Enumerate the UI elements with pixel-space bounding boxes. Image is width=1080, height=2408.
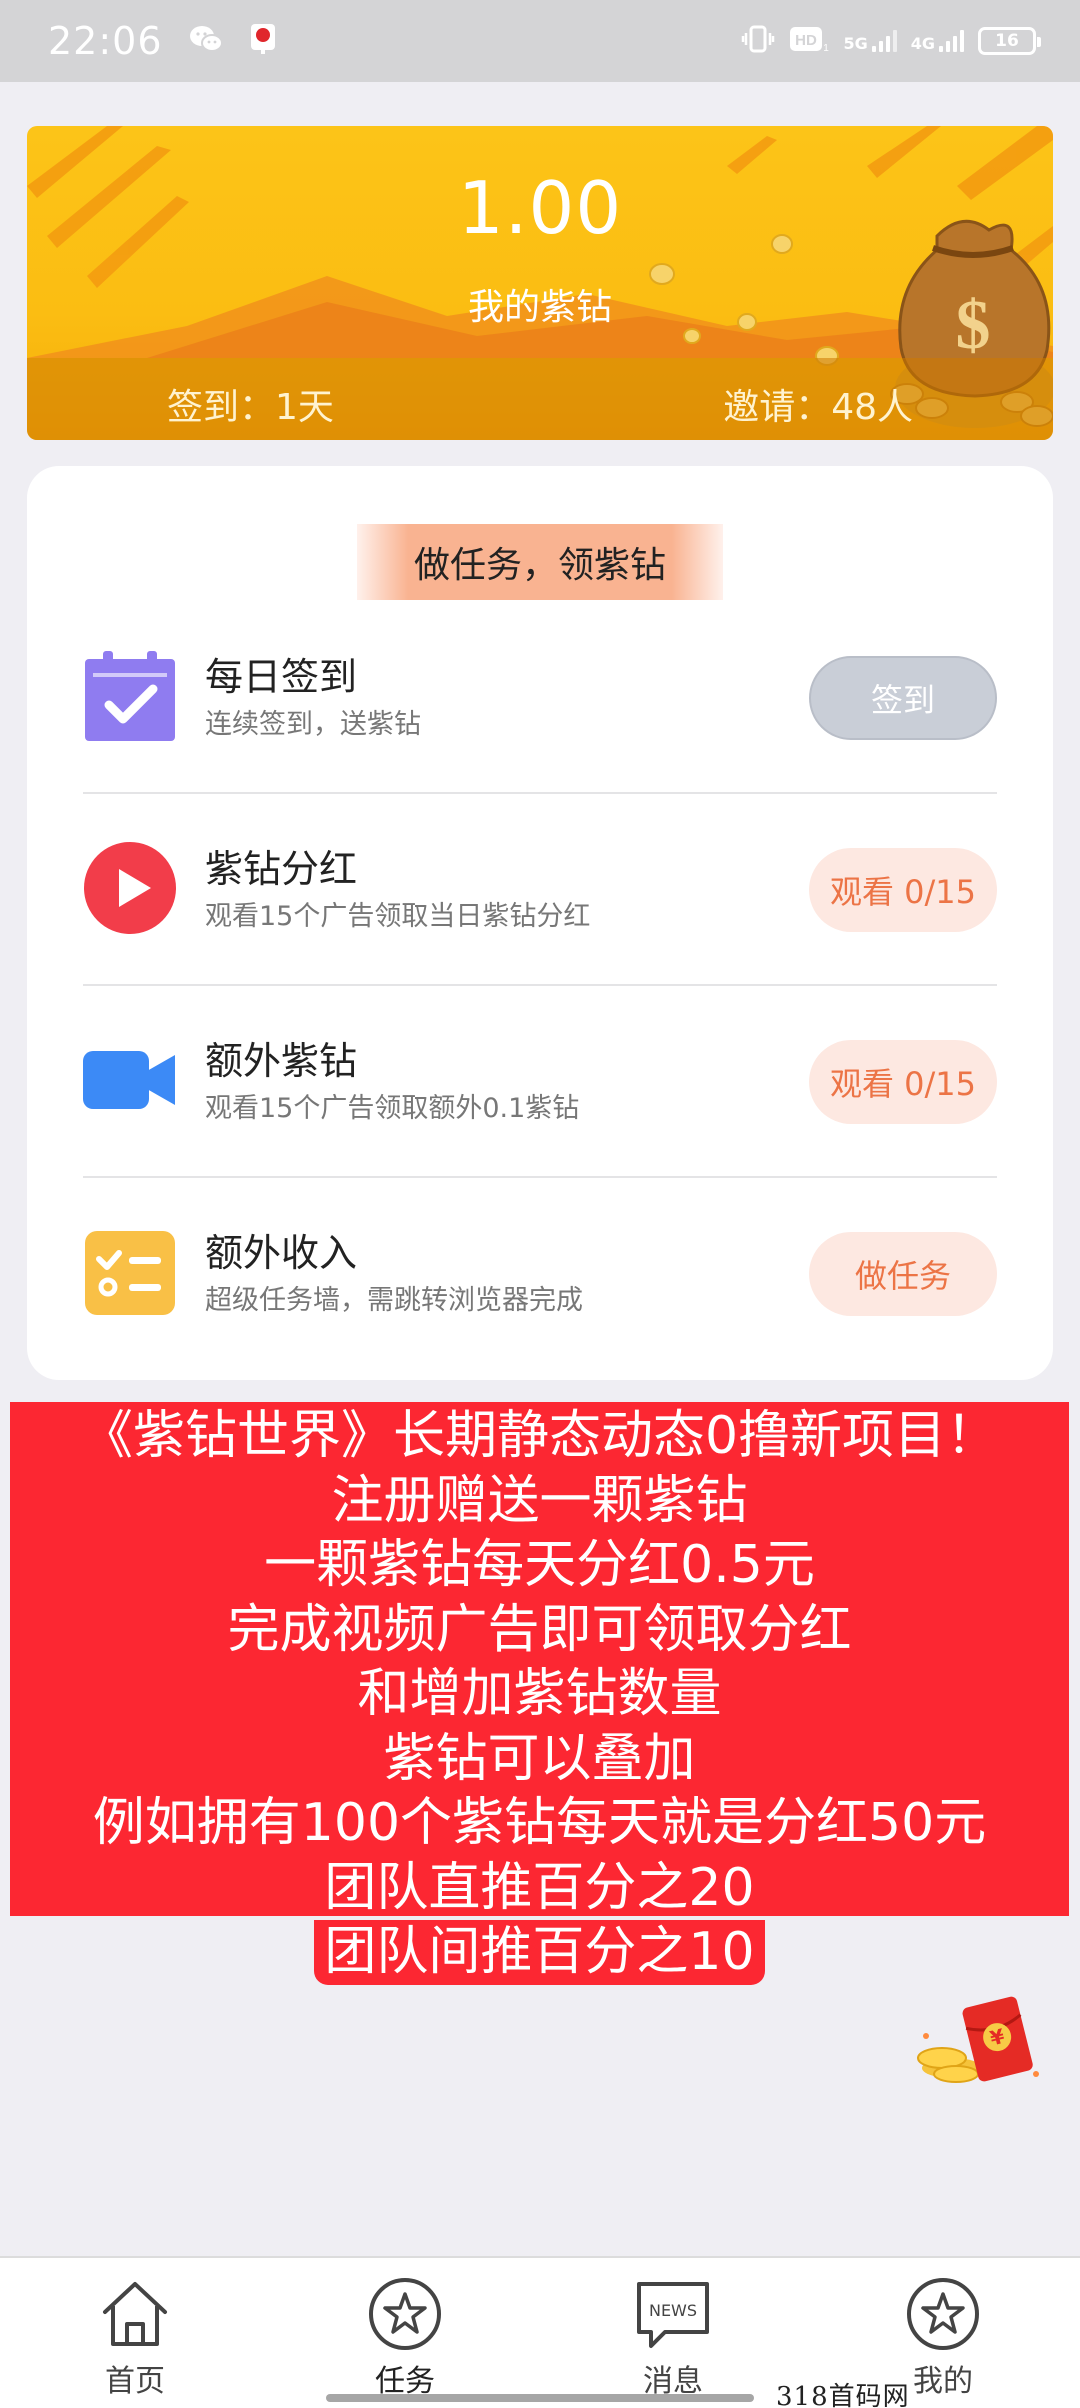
- task-text: 每日签到 连续签到，送紫钻: [205, 651, 421, 745]
- calendar-check-icon: [83, 649, 177, 747]
- task-row-dividend: 紫钻分红 观看15个广告领取当日紫钻分红 观看 0/15: [83, 794, 997, 986]
- status-right: HD 1 5G 4G 16: [741, 24, 1041, 58]
- promo-line: 团队间推百分之10: [314, 1920, 765, 1985]
- promo-line: 和增加紫钻数量: [357, 1664, 722, 1724]
- task-name: 每日签到: [205, 655, 358, 699]
- app-notification-icon: [249, 22, 277, 60]
- balance-amount: 1.00: [457, 166, 623, 250]
- status-time: 22:06: [48, 19, 163, 63]
- promo-line: 紫钻可以叠加: [383, 1728, 696, 1789]
- home-icon: [103, 2282, 167, 2346]
- invite-count[interactable]: 邀请：48人: [723, 378, 913, 430]
- star-circle-icon: [907, 2278, 979, 2350]
- vibrate-icon: [741, 24, 775, 58]
- watch-dividend-button[interactable]: 观看 0/15: [809, 848, 997, 932]
- task-section-title: 做任务，领紫钻: [357, 524, 723, 600]
- task-card: 做任务，领紫钻 每日签到 连续签到，送紫钻 签到 紫钻分红 观看15个广告领取当…: [27, 466, 1053, 1380]
- promo-line: 例如拥有100个紫钻每天就是分红50元: [92, 1793, 987, 1853]
- status-left: 22:06: [48, 19, 277, 63]
- promo-line: 团队直推百分之20: [324, 1857, 755, 1918]
- nav-home[interactable]: 首页: [60, 2276, 210, 2400]
- signal-5g: 5G: [843, 30, 897, 53]
- task-desc: 连续签到，送紫钻: [205, 709, 421, 740]
- watch-extra-button[interactable]: 观看 0/15: [809, 1040, 997, 1124]
- task-desc: 观看15个广告领取当日紫钻分红: [205, 901, 591, 932]
- checkin-button[interactable]: 签到: [809, 656, 997, 740]
- signal-bars-icon: [871, 30, 897, 52]
- task-text: 额外收入 超级任务墙，需跳转浏览器完成: [205, 1227, 583, 1321]
- battery-level: 16: [995, 31, 1019, 51]
- checkin-days: 签到：1天: [167, 387, 334, 428]
- do-task-button[interactable]: 做任务: [809, 1232, 997, 1316]
- nav-tasks[interactable]: 任务: [330, 2276, 480, 2400]
- banner-stats-strip: 签到：1天 邀请：48人: [27, 358, 1053, 440]
- balance-label: 我的紫钻: [467, 287, 612, 328]
- status-bar: 22:06 HD 1 5G 4G 16: [0, 0, 1080, 82]
- promo-line: 一颗紫钻每天分红0.5元: [264, 1535, 815, 1595]
- task-name: 额外紫钻: [205, 1039, 358, 1083]
- svg-text:1: 1: [824, 43, 830, 54]
- task-row-extra-income: 额外收入 超级任务墙，需跳转浏览器完成 做任务: [83, 1178, 997, 1370]
- red-packet-icon[interactable]: ¥: [912, 1990, 1044, 2094]
- hd-icon: HD 1: [789, 24, 830, 58]
- hd-label: HD: [796, 32, 818, 49]
- watermark: 318首码网 www.E318.com: [776, 2382, 910, 2408]
- news-label: NEWS: [649, 2301, 697, 2320]
- promo-line: 注册赠送一颗紫钻: [331, 1470, 748, 1531]
- promo-line: 完成视频广告即可领取分红: [227, 1599, 852, 1660]
- nav-messages[interactable]: NEWS 消息: [598, 2276, 748, 2400]
- promo-text: 《紫钻世界》长期静态动态0撸新项目！ 注册赠送一颗紫钻 一颗紫钻每天分红0.5元…: [10, 1404, 1069, 1985]
- signal-4g: 4G: [911, 30, 964, 52]
- signal-bars-icon: [939, 30, 964, 52]
- news-icon: NEWS: [637, 2282, 709, 2348]
- task-name: 额外收入: [205, 1231, 358, 1275]
- star-circle-icon: [369, 2278, 441, 2350]
- battery-icon: 16: [978, 27, 1041, 55]
- task-row-daily-checkin: 每日签到 连续签到，送紫钻 签到: [83, 602, 997, 794]
- task-text: 额外紫钻 观看15个广告领取额外0.1紫钻: [205, 1035, 579, 1129]
- net-5g-label: 5G: [843, 34, 868, 53]
- task-text: 紫钻分红 观看15个广告领取当日紫钻分红: [205, 843, 590, 937]
- home-indicator[interactable]: [326, 2394, 754, 2402]
- checklist-icon: [83, 1225, 177, 1323]
- wechat-icon: [189, 24, 223, 58]
- video-camera-icon: [83, 1033, 177, 1131]
- balance-banner: $ 1.00 我的紫钻 签到：1天 邀请：48人: [27, 126, 1053, 440]
- task-name: 紫钻分红: [205, 847, 358, 891]
- task-desc: 观看15个广告领取额外0.1紫钻: [205, 1093, 580, 1124]
- play-icon: [83, 841, 177, 939]
- net-4g-label: 4G: [910, 34, 935, 53]
- task-desc: 超级任务墙，需跳转浏览器完成: [205, 1285, 583, 1316]
- nav-label: 首页: [105, 2364, 165, 2399]
- task-row-extra-diamond: 额外紫钻 观看15个广告领取额外0.1紫钻 观看 0/15: [83, 986, 997, 1178]
- promo-line: 《紫钻世界》长期静态动态0撸新项目！: [80, 1406, 999, 1466]
